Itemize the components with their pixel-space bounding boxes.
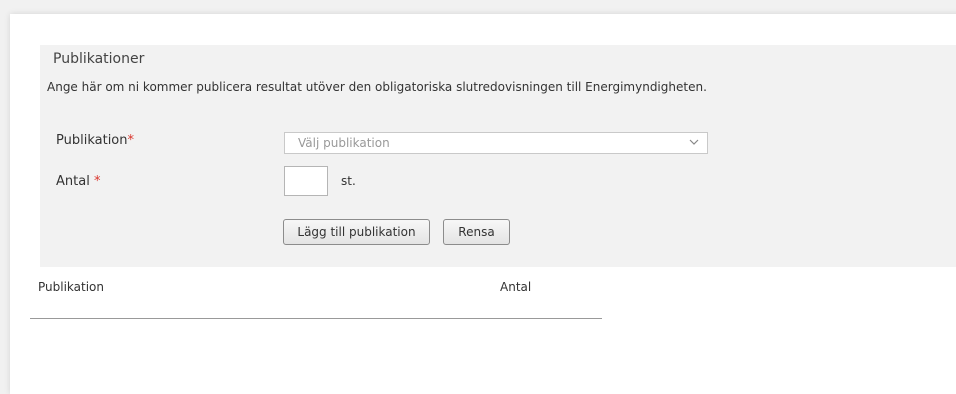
publication-form: Publikationer Ange här om ni kommer publ…: [40, 45, 956, 267]
count-label-text: Antal: [56, 174, 90, 189]
required-marker: *: [93, 174, 101, 189]
publication-label: Publikation*: [56, 133, 134, 148]
count-unit: st.: [341, 174, 356, 188]
publication-label-text: Publikation: [56, 133, 128, 148]
add-publication-button[interactable]: Lägg till publikation: [283, 219, 430, 245]
count-label: Antal *: [56, 174, 100, 189]
section-description: Ange här om ni kommer publicera resultat…: [47, 80, 707, 94]
publications-panel: Publikationer Ange här om ni kommer publ…: [10, 14, 956, 394]
publications-table-header: Publikation Antal: [30, 280, 602, 319]
clear-button[interactable]: Rensa: [443, 219, 510, 245]
publication-select[interactable]: Välj publikation: [284, 132, 708, 154]
column-header-publication: Publikation: [38, 280, 104, 294]
chevron-down-icon: [689, 139, 699, 145]
count-input[interactable]: [284, 166, 328, 196]
required-marker: *: [127, 133, 135, 148]
publication-select-placeholder: Välj publikation: [298, 136, 390, 150]
column-header-count: Antal: [500, 280, 532, 294]
section-title: Publikationer: [53, 51, 145, 67]
